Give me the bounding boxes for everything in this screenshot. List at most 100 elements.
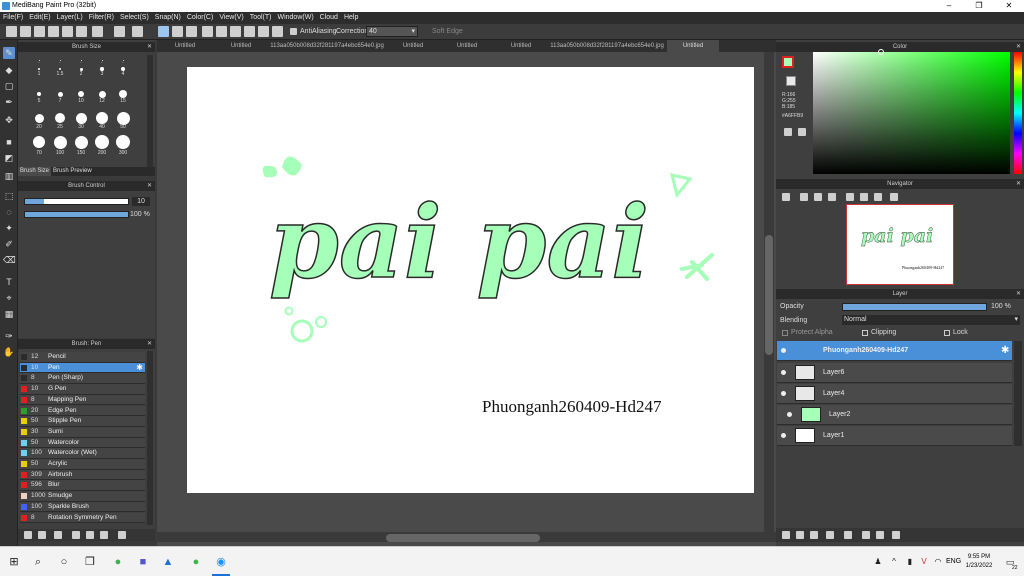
cloud-brush-icon[interactable] (100, 531, 108, 539)
undo-icon[interactable] (114, 26, 125, 37)
layer-row-layer4[interactable]: Layer4 (777, 384, 1012, 404)
canvas-vertical-scroll-thumb[interactable] (765, 235, 773, 355)
layer-opacity-slider[interactable] (842, 303, 987, 311)
duplicate-layer-icon[interactable] (862, 531, 870, 539)
close-icon[interactable]: ✕ (1016, 289, 1021, 299)
tab-doc-4[interactable]: Untitled (387, 40, 439, 52)
color-copy-icon[interactable] (798, 128, 806, 136)
brush-item[interactable]: 100 Sparkle Brush (20, 501, 145, 513)
brush-item[interactable]: 8 Mapping Pen (20, 394, 145, 406)
radial-icon[interactable] (258, 26, 269, 37)
eye-icon[interactable] (781, 348, 786, 353)
vpn-icon[interactable]: V (918, 556, 930, 568)
clipping-checkbox[interactable] (862, 330, 868, 336)
canvas-horizontal-scroll-thumb[interactable] (386, 534, 540, 542)
menu-snap[interactable]: Snap(N) (152, 12, 184, 24)
brush-item[interactable]: 12 Pencil (20, 352, 145, 363)
wifi-icon[interactable]: ◠ (932, 556, 944, 568)
brush-item[interactable]: 309 Airbrush (20, 469, 145, 481)
correction-select[interactable]: 40 ▾ (366, 26, 418, 37)
brush-item[interactable]: 50 Acrylic (20, 459, 145, 470)
minimize-button[interactable]: – (934, 0, 964, 12)
brush-item[interactable]: 50 Watercolor (20, 437, 145, 449)
brush-size-option[interactable] (96, 112, 108, 124)
menu-color[interactable]: Color(C) (184, 12, 216, 24)
background-color-swatch[interactable] (786, 76, 796, 86)
brush-size-option[interactable] (55, 113, 65, 123)
lock-checkbox[interactable] (944, 330, 950, 336)
brush-menu-icon[interactable] (54, 531, 62, 539)
magic-wand-icon[interactable]: ✦ (3, 222, 15, 234)
tab-doc-2[interactable]: Untitled (215, 40, 267, 52)
tab-doc-6[interactable]: Untitled (495, 40, 547, 52)
brush-size-option[interactable] (95, 135, 109, 149)
brush-settings-icon[interactable] (72, 531, 80, 539)
blending-select[interactable]: Normal ▾ (842, 315, 1020, 325)
menu-tool[interactable]: Tool(T) (247, 12, 275, 24)
open-file-icon[interactable] (20, 26, 31, 37)
brush-size-option[interactable] (57, 91, 63, 97)
close-icon[interactable]: ✕ (1016, 42, 1021, 52)
select-lasso-icon[interactable] (158, 26, 169, 37)
ellipse-icon[interactable] (230, 26, 241, 37)
brush-size-option[interactable] (38, 68, 40, 70)
brush-item[interactable]: 1000 Smudge (20, 491, 145, 502)
antialias-checkbox[interactable] (290, 28, 297, 35)
layer-row-phuonganh[interactable]: Phuonganh260409-Hd247 ✱ (777, 341, 1012, 361)
select-arrow-icon[interactable] (202, 26, 213, 37)
layer-row-layer2[interactable]: Layer2 (777, 405, 1012, 425)
zoom-out-icon[interactable] (800, 193, 808, 201)
bucket-tool-icon[interactable]: ◩ (3, 152, 15, 164)
brush-item[interactable]: 10 Pen ✱ (20, 362, 145, 374)
new-file-icon[interactable] (6, 26, 17, 37)
restore-button[interactable]: ❐ (964, 0, 994, 12)
brush-item[interactable]: 596 Blur (20, 480, 145, 492)
brush-size-option[interactable] (58, 67, 62, 71)
delete-layer-icon[interactable] (892, 531, 900, 539)
brush-size-scrollbar[interactable] (147, 55, 153, 168)
actual-size-icon[interactable] (828, 193, 836, 201)
protect-alpha-checkbox[interactable] (782, 330, 788, 336)
lasso-tool-icon[interactable]: ◌ (3, 206, 15, 218)
clock-time[interactable]: 9:55 PM (962, 553, 996, 561)
color-picker-cursor[interactable] (878, 49, 884, 55)
new-8bit-layer-icon[interactable] (810, 531, 818, 539)
cloud-icon[interactable] (34, 26, 45, 37)
clock-date[interactable]: 1/23/2022 (962, 562, 996, 570)
brush-tool-icon[interactable]: ✎ (3, 47, 15, 59)
rotate-right-icon[interactable] (860, 193, 868, 201)
foreground-color-swatch[interactable] (782, 56, 794, 68)
menu-help[interactable]: Help (341, 12, 361, 24)
eye-icon[interactable] (781, 433, 786, 438)
add-brush-icon[interactable] (24, 531, 32, 539)
eye-icon[interactable] (781, 370, 786, 375)
close-icon[interactable]: ✕ (147, 339, 152, 349)
layout-icon[interactable] (92, 26, 103, 37)
close-icon[interactable]: ✕ (1016, 179, 1021, 189)
menu-file[interactable]: File(F) (0, 12, 26, 24)
hand-tool-icon[interactable]: ✋ (3, 346, 15, 358)
tab-doc-1[interactable]: Untitled (159, 40, 211, 52)
teams-icon[interactable]: ■ (137, 556, 149, 568)
brush-item[interactable]: 10 G Pen (20, 384, 145, 395)
merge-layer-icon[interactable] (876, 531, 884, 539)
app-icon-3[interactable]: ● (190, 556, 202, 568)
tab-brush-size[interactable]: Brush Size (18, 167, 52, 176)
delete-brush-icon[interactable] (118, 531, 126, 539)
cortana-icon[interactable]: ○ (58, 556, 70, 568)
brush-size-option[interactable] (75, 112, 87, 124)
menu-cloud[interactable]: Cloud (317, 12, 341, 24)
redo-icon[interactable] (132, 26, 143, 37)
copy-brush-icon[interactable] (38, 531, 46, 539)
brush-size-option[interactable] (116, 111, 130, 125)
rotate-reset-icon[interactable] (874, 193, 882, 201)
brush-list-scrollbar[interactable] (147, 351, 153, 525)
close-icon[interactable]: ✕ (147, 181, 152, 191)
task-view-icon[interactable]: ❐ (84, 556, 96, 568)
divide-tool-icon[interactable]: ▦ (3, 308, 15, 320)
menu-filter[interactable]: Filter(R) (86, 12, 117, 24)
app-icon-2[interactable]: ▲ (162, 556, 174, 568)
panel-icon[interactable] (76, 26, 87, 37)
rotate-left-icon[interactable] (846, 193, 854, 201)
ruler-icon[interactable] (272, 26, 283, 37)
